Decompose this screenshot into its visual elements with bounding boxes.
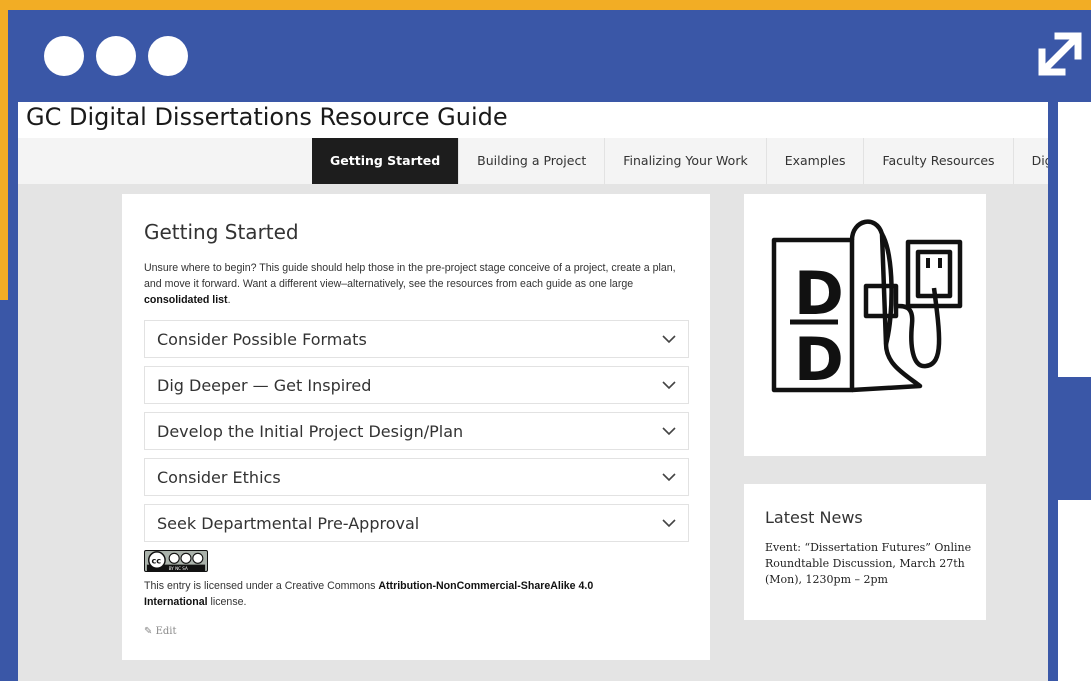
license-prefix: This entry is licensed under a Creative …: [144, 580, 376, 592]
accordion-consider-formats[interactable]: Consider Possible Formats: [144, 320, 689, 358]
accordion-consider-ethics[interactable]: Consider Ethics: [144, 458, 689, 496]
accordion-label: Consider Ethics: [157, 467, 281, 487]
dd-logo-icon: D D: [771, 219, 963, 395]
main-nav: Getting Started Building a Project Final…: [18, 138, 1048, 184]
chevron-down-icon: [662, 335, 676, 344]
content-card: Getting Started Unsure where to begin? T…: [122, 194, 710, 660]
logo-card: D D: [744, 194, 986, 456]
chevron-down-icon: [662, 381, 676, 390]
expand-arrows-icon[interactable]: [1034, 28, 1086, 80]
window-dot-1-icon: [44, 36, 84, 76]
nav-digitaldiss[interactable]: DigitalDiss Po: [1014, 138, 1048, 184]
intro-paragraph: Unsure where to begin? This guide should…: [144, 260, 692, 308]
chevron-down-icon: [662, 519, 676, 528]
accordion-label: Seek Departmental Pre-Approval: [157, 513, 420, 533]
page-title: Getting Started: [144, 220, 299, 244]
pencil-icon: ✎: [144, 626, 153, 637]
consolidated-list-link[interactable]: consolidated list: [144, 294, 228, 306]
license-text: This entry is licensed under a Creative …: [144, 578, 644, 610]
edit-label: Edit: [155, 626, 177, 637]
nav-building-a-project[interactable]: Building a Project: [459, 138, 606, 184]
accordion-label: Develop the Initial Project Design/Plan: [157, 421, 464, 441]
nav-getting-started[interactable]: Getting Started: [312, 138, 460, 184]
side-panel-upper: [1058, 102, 1091, 377]
accent-bar-top: [0, 0, 1091, 10]
news-title: Latest News: [765, 508, 863, 527]
nav-faculty-resources[interactable]: Faculty Resources: [864, 138, 1014, 184]
window-dot-2-icon: [96, 36, 136, 76]
site-title[interactable]: GC Digital Dissertations Resource Guide: [26, 102, 508, 138]
accordion-pre-approval[interactable]: Seek Departmental Pre-Approval: [144, 504, 689, 542]
license-suffix: license.: [210, 596, 247, 608]
side-panel-lower: [1058, 500, 1091, 681]
window-dot-3-icon: [148, 36, 188, 76]
intro-end: .: [227, 294, 231, 306]
cc-badge-text: BY NC SA: [169, 566, 188, 571]
intro-text: Unsure where to begin? This guide should…: [144, 262, 676, 290]
chevron-down-icon: [662, 473, 676, 482]
accordion-label: Dig Deeper — Get Inspired: [157, 375, 372, 395]
svg-text:cc: cc: [151, 556, 161, 566]
nav-examples[interactable]: Examples: [767, 138, 865, 184]
accordion-dig-deeper[interactable]: Dig Deeper — Get Inspired: [144, 366, 689, 404]
accordion-label: Consider Possible Formats: [157, 329, 367, 349]
svg-text:D: D: [794, 259, 844, 329]
news-item-link[interactable]: Event: “Dissertation Futures” Online Rou…: [765, 540, 975, 588]
chevron-down-icon: [662, 427, 676, 436]
nav-finalizing-your-work[interactable]: Finalizing Your Work: [605, 138, 767, 184]
browser-page: GC Digital Dissertations Resource Guide …: [18, 102, 1048, 681]
creative-commons-badge-icon[interactable]: cc BY NC SA: [144, 550, 208, 572]
edit-link[interactable]: ✎ Edit: [144, 626, 177, 637]
accordion-project-design[interactable]: Develop the Initial Project Design/Plan: [144, 412, 689, 450]
svg-text:D: D: [794, 325, 844, 395]
news-card: Latest News Event: “Dissertation Futures…: [744, 484, 986, 620]
frame-left: [8, 10, 18, 681]
